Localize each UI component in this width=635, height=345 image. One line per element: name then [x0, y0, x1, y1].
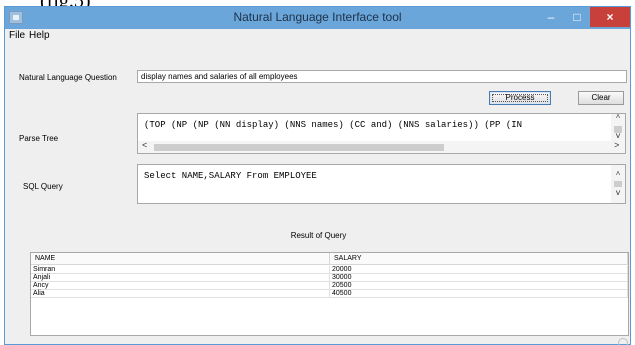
- menu-file[interactable]: File: [9, 30, 25, 41]
- menu-bar: File Help: [5, 29, 630, 43]
- sql-query-text: Select NAME,SALARY From EMPLOYEE: [144, 171, 317, 181]
- scroll-up-arrow-icon[interactable]: ^: [611, 171, 625, 180]
- parse-tree-hscrollbar[interactable]: < >: [138, 141, 625, 153]
- clear-button[interactable]: Clear: [578, 91, 624, 105]
- scroll-up-arrow-icon[interactable]: ^: [611, 114, 625, 123]
- table-cell: 30000: [330, 274, 628, 282]
- minimize-button[interactable]: –: [538, 7, 564, 27]
- sql-query-label: SQL Query: [23, 182, 63, 191]
- table-row[interactable]: Anjali 30000: [31, 274, 628, 282]
- title-bar[interactable]: Natural Language Interface tool – □ ×: [5, 7, 630, 29]
- question-label: Natural Language Question: [19, 73, 117, 82]
- table-cell: Ancy: [31, 282, 330, 290]
- sql-vscrollbar[interactable]: ^ v: [611, 165, 625, 203]
- parse-tree-textarea[interactable]: (TOP (NP (NP (NN display) (NNS names) (C…: [137, 113, 626, 154]
- parse-tree-label: Parse Tree: [19, 134, 59, 143]
- window-title: Natural Language Interface tool: [233, 10, 402, 24]
- table-row[interactable]: Ancy 20500: [31, 282, 628, 290]
- menu-help[interactable]: Help: [29, 30, 50, 41]
- column-header-name[interactable]: NAME: [31, 253, 330, 265]
- process-button[interactable]: Process: [489, 91, 551, 105]
- app-window: Natural Language Interface tool – □ × Fi…: [4, 6, 631, 345]
- question-input[interactable]: display names and salaries of all employ…: [137, 70, 627, 83]
- close-button[interactable]: ×: [590, 7, 630, 27]
- table-cell: 20500: [330, 282, 628, 290]
- parse-tree-vscrollbar[interactable]: ^ v: [611, 114, 625, 143]
- result-title: Result of Query: [290, 231, 347, 240]
- scroll-thumb[interactable]: [614, 181, 622, 187]
- table-row[interactable]: Simran 20000: [31, 266, 628, 274]
- table-row[interactable]: Alia 40500: [31, 290, 628, 298]
- table-cell: Anjali: [31, 274, 330, 282]
- column-header-salary[interactable]: SALARY: [330, 253, 628, 265]
- maximize-button[interactable]: □: [564, 7, 590, 27]
- scroll-left-arrow-icon[interactable]: <: [142, 141, 147, 151]
- table-cell: 40500: [330, 290, 628, 298]
- scroll-down-arrow-icon[interactable]: v: [611, 189, 625, 198]
- focus-indicator: [492, 94, 548, 102]
- table-cell: Simran: [31, 266, 330, 274]
- table-cell: 20000: [330, 266, 628, 274]
- parse-tree-text: (TOP (NP (NP (NN display) (NNS names) (C…: [144, 120, 523, 130]
- resize-grip-icon[interactable]: [618, 338, 628, 345]
- scroll-down-arrow-icon[interactable]: v: [611, 132, 625, 141]
- table-cell: Alia: [31, 290, 330, 298]
- horizontal-scroll-thumb[interactable]: [154, 144, 444, 151]
- result-table: NAME SALARY Simran 20000 Anjali 30000 An…: [30, 252, 629, 336]
- sql-query-textarea[interactable]: Select NAME,SALARY From EMPLOYEE ^ v: [137, 164, 626, 204]
- scroll-right-arrow-icon[interactable]: >: [614, 141, 619, 151]
